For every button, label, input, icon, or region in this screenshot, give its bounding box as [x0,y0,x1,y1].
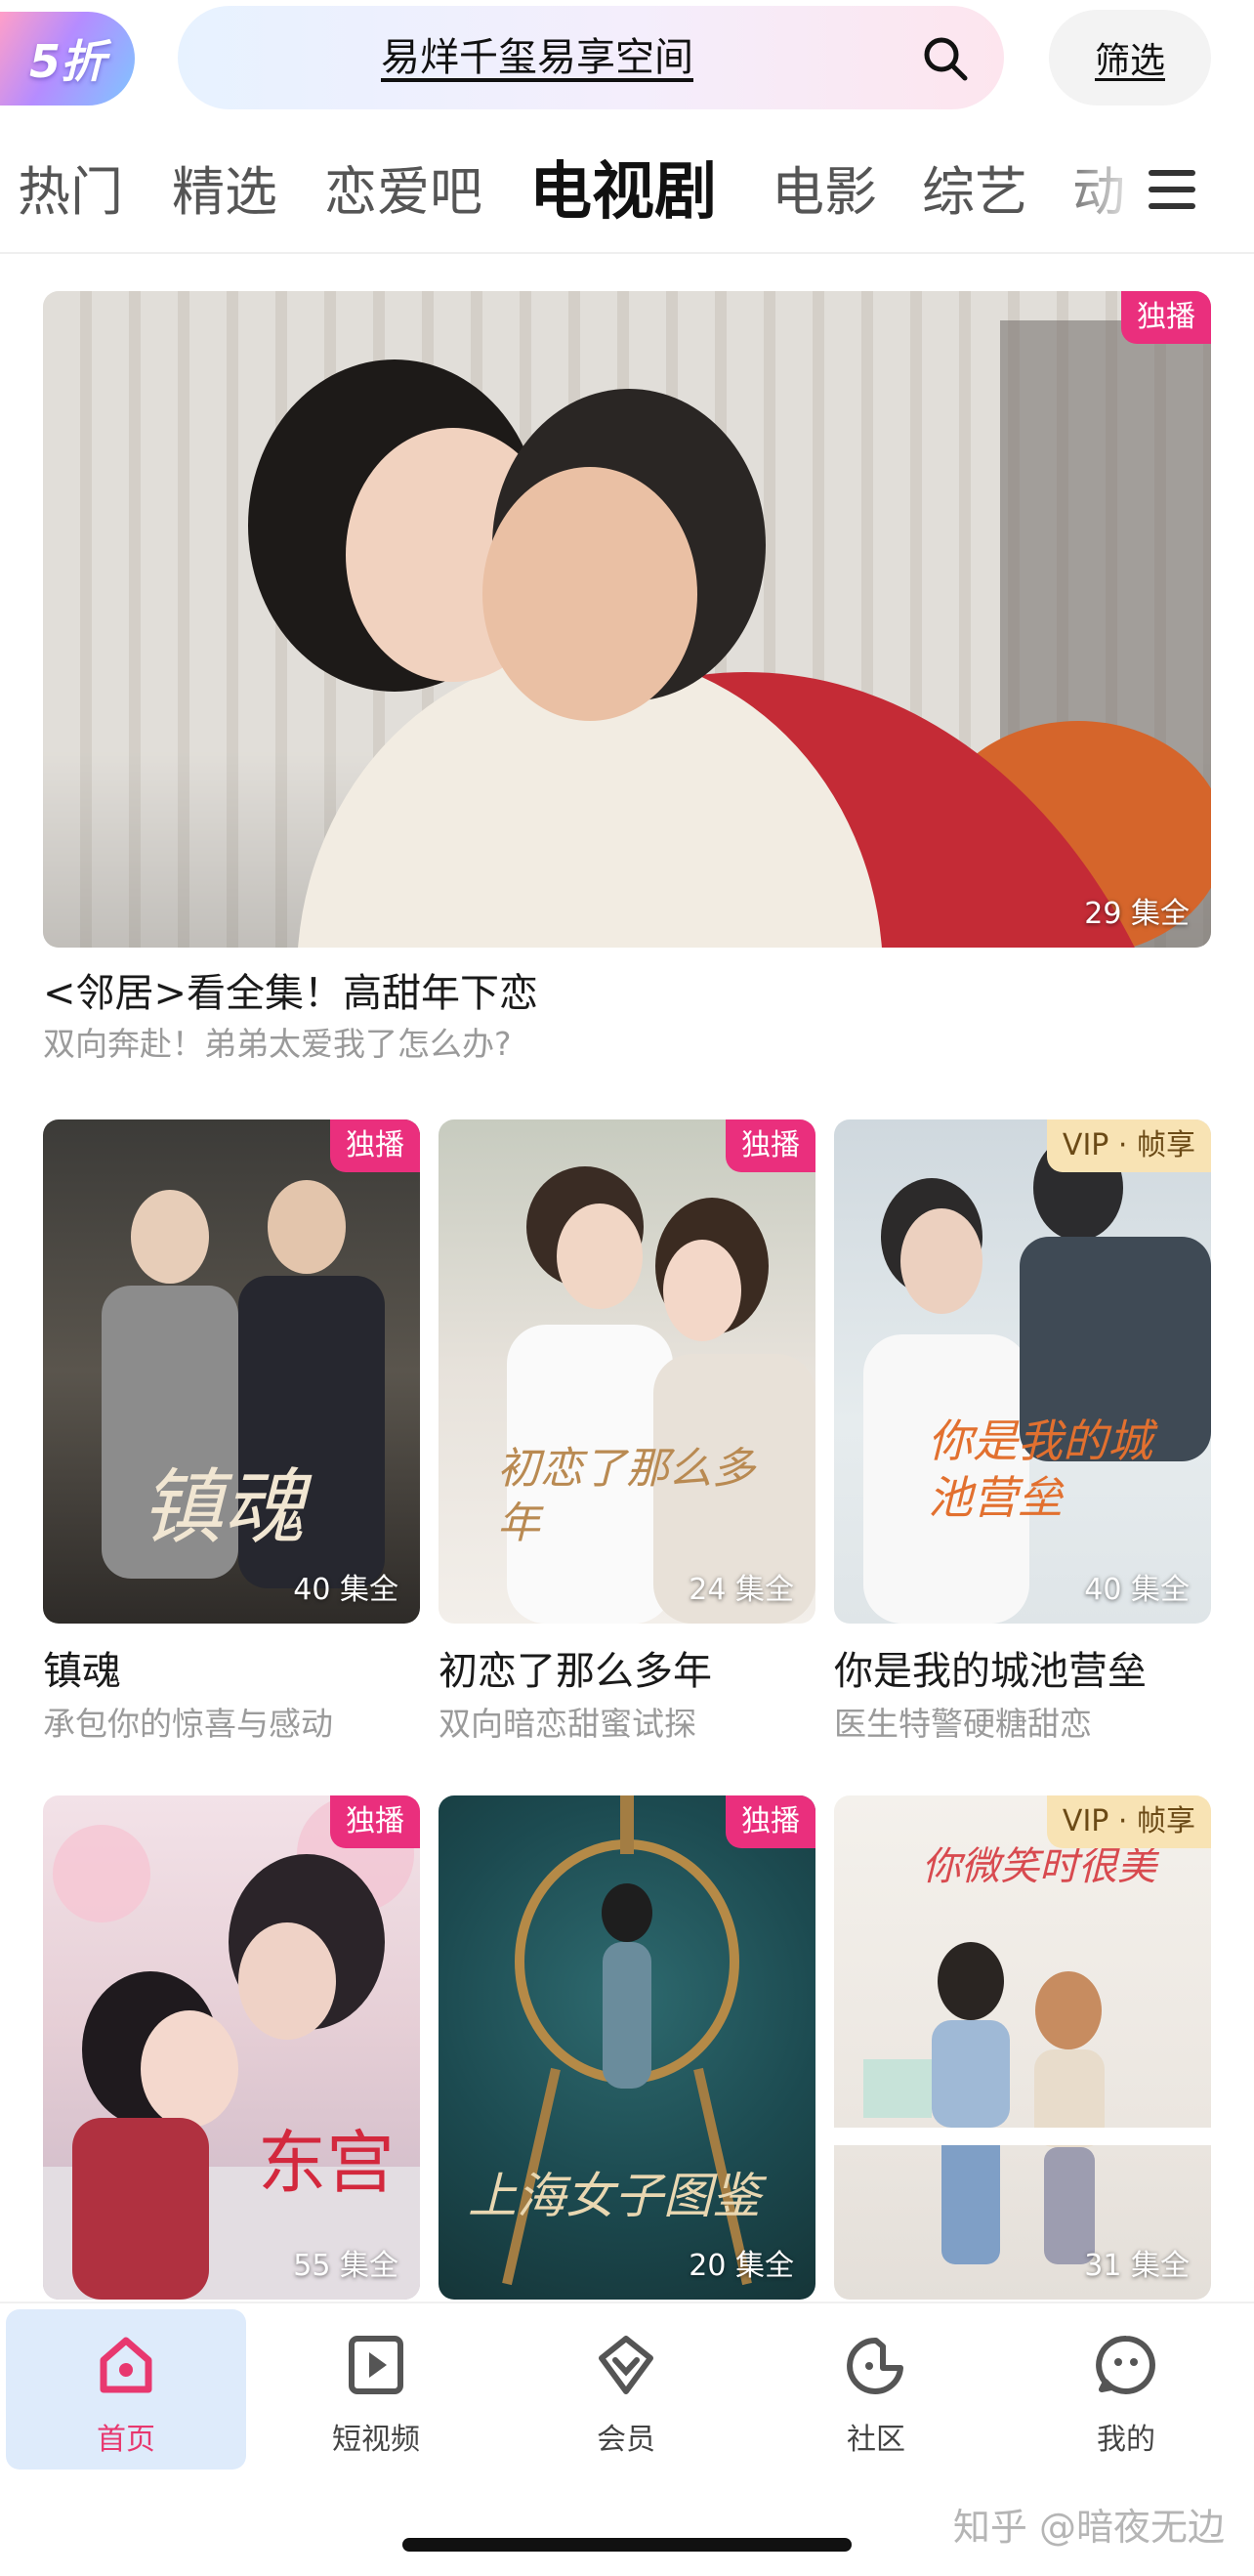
episode-count: 29 集全 [1084,897,1190,931]
show-card-poster[interactable]: 镇魂 独播 40 集全 [43,1119,420,1624]
show-subtitle: 承包你的惊喜与感动 [43,1705,333,1743]
poster-art [43,1795,420,2300]
show-subtitle: 双向暗恋甜蜜试探 [439,1705,696,1743]
tab-variety[interactable]: 综艺 [922,133,1027,252]
episode-count: 40 集全 [1084,1573,1190,1607]
exclusive-badge: 独播 [726,1795,815,1848]
episode-count: 55 集全 [293,2249,398,2283]
tab-tv-series[interactable]: 电视剧 [529,133,717,252]
vip-badge: VIP · 帧享 [1046,1119,1211,1172]
nav-label: 我的 [1097,2423,1155,2457]
nav-label: 会员 [597,2423,655,2457]
logo-text: 5折 [28,35,105,88]
episode-count: 40 集全 [293,1573,398,1607]
poster-title-art: 镇魂 [141,1459,306,1555]
show-title[interactable]: 初恋了那么多年 [439,1639,712,1696]
show-title[interactable]: 镇魂 [43,1639,121,1696]
episode-count: 24 集全 [689,1573,794,1607]
search-box[interactable]: 易烊千玺易享空间 [178,6,1004,109]
featured-banner[interactable]: 独播 29 集全 [43,291,1211,948]
nav-label: 首页 [97,2423,155,2457]
filter-button[interactable]: 筛选 [1049,10,1211,106]
search-input[interactable]: 易烊千玺易享空间 [178,6,897,109]
vip-badge: VIP · 帧享 [1046,1795,1211,1848]
tab-romance[interactable]: 恋爱吧 [324,133,482,252]
episode-count: 20 集全 [689,2249,794,2283]
show-card-poster[interactable]: 你是我的城池营垒 VIP · 帧享 40 集全 [834,1119,1211,1624]
show-title[interactable]: 你是我的城池营垒 [834,1639,1147,1696]
nav-label: 社区 [847,2423,905,2457]
poster-title-art: 初恋了那么多年 [497,1444,755,1548]
home-icon [100,2337,152,2393]
tabs-divider [0,252,1254,254]
filter-button-label: 筛选 [1094,41,1165,81]
tab-hot[interactable]: 热门 [18,133,123,252]
episode-count: 31 集全 [1084,2249,1190,2283]
featured-poster-art [43,291,1211,948]
exclusive-badge: 独播 [1121,291,1211,344]
menu-icon[interactable] [1145,162,1199,217]
poster-title-art: 你是我的城池营垒 [928,1415,1152,1524]
category-tabs: 热门 精选 恋爱吧 电视剧 电影 综艺 动 [0,133,1254,252]
discount-logo-badge[interactable]: 5折 [0,12,135,106]
show-card-poster[interactable]: 初恋了那么多年 独播 24 集全 [439,1119,815,1624]
home-indicator[interactable] [402,2538,852,2552]
nav-profile[interactable]: 我的 [1006,2309,1246,2470]
poster-art [863,1135,1211,1624]
community-icon [847,2337,903,2394]
tab-featured[interactable]: 精选 [172,133,277,252]
show-card-poster[interactable]: 上海女子图鉴 独播 20 集全 [439,1795,815,2300]
nav-community[interactable]: 社区 [756,2309,996,2470]
exclusive-badge: 独播 [330,1119,420,1172]
watermark: 知乎 @暗夜无边 [952,2506,1225,2549]
featured-subtitle: 双向奔赴！弟弟太爱我了怎么办? [43,1025,512,1063]
show-card-poster[interactable]: 东宫 独播 55 集全 [43,1795,420,2300]
bottom-navigation: 首页 短视频 会员 社区 我的 [0,2302,1254,2497]
profile-icon [1096,2335,1155,2394]
tab-fade-overlay [1055,133,1143,252]
tab-movies[interactable]: 电影 [772,133,877,252]
vip-diamond-icon [599,2336,653,2394]
show-subtitle: 医生特警硬糖甜恋 [834,1705,1092,1743]
exclusive-badge: 独播 [330,1795,420,1848]
featured-title[interactable]: <邻居>看全集！高甜年下恋 [43,961,538,1018]
nav-short-video[interactable]: 短视频 [256,2309,496,2470]
search-icon[interactable] [920,33,971,84]
nav-home[interactable]: 首页 [6,2309,246,2470]
poster-title-art: 上海女子图鉴 [468,2168,761,2224]
poster-title-art: 东宫 [258,2123,395,2203]
show-card-poster[interactable]: 你微笑时很美 VIP · 帧享 31 集全 [834,1795,1211,2300]
top-bar: 5折 易烊千玺易享空间 筛选 [0,0,1254,127]
exclusive-badge: 独播 [726,1119,815,1172]
nav-label: 短视频 [332,2423,420,2457]
nav-vip[interactable]: 会员 [506,2309,746,2470]
play-icon [349,2336,403,2394]
